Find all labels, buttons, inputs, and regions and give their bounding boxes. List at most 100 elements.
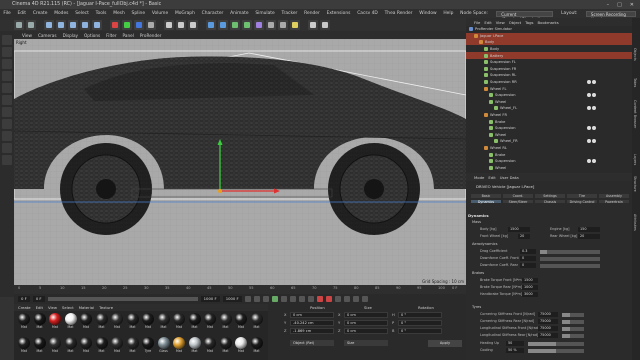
maximize-icon[interactable]: □ (617, 2, 622, 8)
position-y-field[interactable]: -40.242 cm (290, 320, 334, 326)
material-swatch[interactable]: Mat (64, 313, 78, 333)
coordinate-system-icon[interactable] (146, 19, 156, 30)
object-row[interactable]: Wheel FL (466, 85, 632, 91)
menu-character[interactable]: Character (198, 11, 226, 16)
drag-coefficient-field[interactable]: 0.3 (520, 249, 536, 254)
pen-icon[interactable] (218, 19, 228, 30)
heating-up-slider[interactable] (528, 341, 584, 346)
bend-icon[interactable] (254, 19, 264, 30)
frame-range-slider[interactable] (47, 297, 198, 301)
side-tab-structure[interactable]: Structure (633, 176, 637, 192)
material-swatch[interactable]: Mat (126, 313, 140, 333)
body-kg-field[interactable]: 1500 (508, 227, 530, 232)
position-z-field[interactable]: -1.869 cm (290, 328, 334, 334)
subtab-chassis[interactable]: Chassis (534, 198, 566, 204)
play-icon[interactable] (271, 296, 278, 302)
viewport-menu-display[interactable]: Display (63, 33, 78, 38)
engine-kg-field[interactable]: 150 (578, 227, 600, 232)
material-swatch[interactable]: Mat (234, 337, 248, 357)
side-tab-attributes[interactable]: Attributes (633, 214, 637, 231)
size-y-field[interactable]: 0 cm (344, 320, 388, 326)
keyframe-selection-icon[interactable] (334, 296, 341, 302)
edges-mode-icon[interactable] (2, 83, 12, 93)
object-row[interactable]: Body (466, 46, 632, 52)
material-swatch[interactable]: Mat (141, 313, 155, 333)
tag-icon[interactable] (592, 106, 596, 111)
subtab-steer[interactable]: Steer/Steer (502, 198, 534, 204)
cornering-rear-field[interactable]: 75000 (538, 319, 558, 324)
om-menu-file[interactable]: File (474, 20, 480, 25)
material-swatch[interactable]: Mat (172, 313, 186, 333)
front-wheel-kg-field[interactable]: 20 (518, 234, 530, 239)
render-settings-icon[interactable] (188, 19, 198, 30)
texture-mode-icon[interactable] (2, 59, 12, 69)
brake-torque-front-field[interactable]: 1500 (522, 278, 538, 283)
menu-tools[interactable]: Tools (92, 11, 110, 16)
material-swatch[interactable]: Mat (79, 313, 93, 333)
material-swatch[interactable]: Mat (172, 337, 186, 357)
next-key-icon[interactable] (289, 296, 296, 302)
current-frame-field[interactable]: 0 F (18, 296, 30, 302)
menu-help[interactable]: Help (440, 11, 457, 16)
om-menu-tags[interactable]: Tags (525, 20, 533, 25)
cornering-front-slider[interactable] (562, 312, 584, 317)
camera-icon[interactable] (278, 19, 288, 30)
render-picture-viewer-icon[interactable] (176, 19, 186, 30)
mat-menu-texture[interactable]: Texture (99, 305, 113, 310)
select-icon[interactable] (44, 19, 54, 30)
am-menu-user-data[interactable]: User Data (500, 175, 519, 180)
object-row[interactable]: Wheel_FL (466, 105, 632, 111)
make-editable-icon[interactable] (2, 35, 12, 45)
menu-extensions[interactable]: Extensions (323, 11, 354, 16)
workplane-icon[interactable] (2, 131, 12, 141)
object-row[interactable]: Wheel (466, 132, 632, 138)
snap-icon[interactable] (2, 119, 12, 129)
material-swatch[interactable]: Mat (48, 337, 62, 357)
menu-cacsv[interactable]: Cacsv 4D (354, 11, 381, 16)
rotation-b-field[interactable]: 0 ° (398, 328, 442, 334)
material-swatch[interactable]: Mat (203, 337, 217, 357)
render-view-icon[interactable] (164, 19, 174, 30)
recent-tool-icon[interactable] (92, 19, 102, 30)
downforce-rear-slider[interactable] (540, 263, 600, 268)
material-swatch[interactable]: Mat (250, 313, 264, 333)
start-frame-field[interactable]: 0 F (32, 296, 45, 302)
menu-select[interactable]: Select (72, 11, 92, 16)
menu-create[interactable]: Create (29, 11, 50, 16)
rotation-h-field[interactable]: 0 ° (398, 312, 442, 318)
am-menu-edit[interactable]: Edit (488, 175, 495, 180)
size-x-field[interactable]: 0 cm (344, 312, 388, 318)
undo-icon[interactable] (14, 19, 24, 30)
side-tab-objects[interactable]: Objects (633, 48, 637, 61)
viewport-menu-prorender[interactable]: ProRender (140, 33, 162, 38)
tag-icon[interactable] (592, 126, 596, 131)
longitudinal-rear-field[interactable]: 75000 (538, 333, 558, 338)
object-row[interactable]: Wheel_FR (466, 138, 632, 144)
object-row[interactable]: Body (466, 39, 632, 46)
object-row[interactable]: ProRender Simulator (466, 26, 632, 32)
material-swatch[interactable]: Mat (250, 337, 264, 357)
layout-dropdown[interactable]: Screen Recording (Jens) (585, 10, 636, 22)
tag-icon[interactable] (587, 139, 591, 144)
material-swatch[interactable]: Mat (126, 337, 140, 357)
tag-icon[interactable] (587, 126, 591, 131)
solo-icon[interactable] (2, 143, 12, 153)
material-swatch[interactable]: Mat (33, 313, 47, 333)
mat-menu-create[interactable]: Create (18, 305, 31, 310)
tag-icon[interactable] (587, 79, 591, 84)
node-space-dropdown[interactable]: Current (Standard/Physical) (496, 10, 553, 22)
group-mass[interactable]: Mass (472, 220, 481, 224)
longitudinal-front-field[interactable]: 75000 (538, 326, 558, 331)
cooling-slider[interactable] (528, 348, 584, 353)
viewport[interactable]: Right Grid Spacing : 10 cm (14, 39, 466, 285)
model-mode-icon[interactable] (2, 47, 12, 57)
om-menu-object[interactable]: Object (509, 20, 521, 25)
material-swatch[interactable]: Mat (64, 337, 78, 357)
subtab-driving-control[interactable]: Driving Control (566, 198, 598, 204)
mat-menu-select[interactable]: Select (62, 305, 74, 310)
wheel-rear[interactable] (328, 143, 420, 235)
object-row[interactable]: Suspension FL (466, 59, 632, 65)
material-swatch[interactable]: Mat (110, 313, 124, 333)
material-swatch[interactable]: Mat (79, 337, 93, 357)
max-frame-field[interactable]: 1000 F (222, 296, 242, 302)
